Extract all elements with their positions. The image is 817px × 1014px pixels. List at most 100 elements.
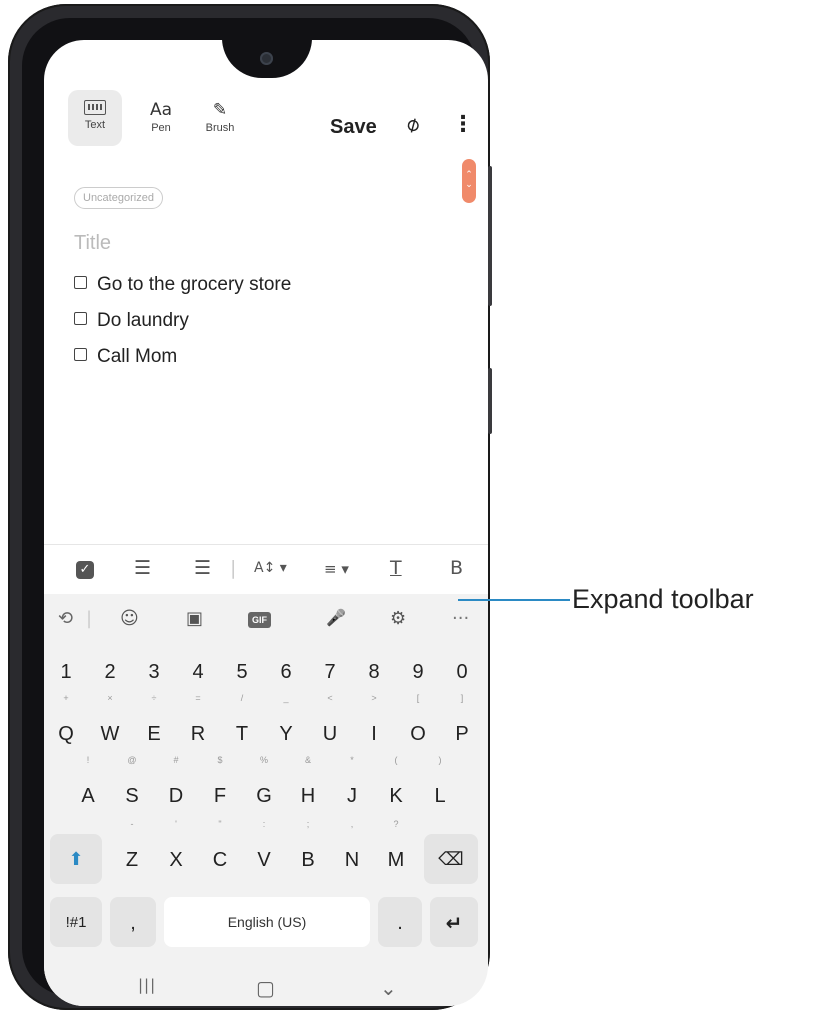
gif-icon[interactable]: GIF xyxy=(248,612,271,628)
key-char: Q xyxy=(58,723,74,745)
key-6[interactable]: 6 xyxy=(266,646,306,696)
period-key[interactable]: . xyxy=(378,897,422,947)
camera-notch xyxy=(222,40,312,78)
key-3[interactable]: 3 xyxy=(134,646,174,696)
phone-frame: Text Aa Pen ✎ Brush Save ⌀ ⋮ ⌃ ⌄ Uncatego… xyxy=(8,4,492,1010)
key-alt-char: % xyxy=(259,755,268,765)
key-4[interactable]: 4 xyxy=(178,646,218,696)
key-char: H xyxy=(300,785,316,807)
checklist-item[interactable]: Go to the grocery store xyxy=(74,274,291,296)
keyboard-icon xyxy=(84,100,106,115)
key-f[interactable]: $ F xyxy=(200,755,240,820)
key-u[interactable]: < U xyxy=(310,693,350,758)
key-r[interactable]: = R xyxy=(178,693,218,758)
checklist-item-text: Do laundry xyxy=(97,310,189,331)
translate-icon[interactable]: ⟲ xyxy=(58,608,73,629)
key-s[interactable]: @ S xyxy=(112,755,152,820)
key-e[interactable]: ÷ E xyxy=(134,693,174,758)
recents-button[interactable]: ||| xyxy=(138,976,156,994)
key-a[interactable]: ! A xyxy=(68,755,108,820)
pen-mode-label: Pen xyxy=(151,122,171,134)
checkbox[interactable] xyxy=(74,348,87,361)
key-l[interactable]: ) L xyxy=(420,755,460,820)
key-8[interactable]: 8 xyxy=(354,646,394,696)
checklist-item[interactable]: Call Mom xyxy=(74,346,177,368)
key-k[interactable]: (K xyxy=(376,755,416,820)
attachment-icon[interactable]: ⌀ xyxy=(401,110,424,137)
key-2[interactable]: 2 xyxy=(90,646,130,696)
enter-icon: ↵ xyxy=(445,911,463,935)
scroll-handle[interactable]: ⌃ ⌄ xyxy=(462,159,476,203)
key-x[interactable]: ' X xyxy=(156,819,196,884)
bullet-list-icon[interactable]: ☰ xyxy=(134,557,151,579)
key-alt-char: ? xyxy=(393,819,399,829)
title-input[interactable]: Title xyxy=(74,232,111,255)
microphone-icon[interactable]: 🎤 xyxy=(326,608,346,627)
checklist-item[interactable]: Do laundry xyxy=(74,310,189,332)
divider-line: | xyxy=(230,557,237,579)
key-9[interactable]: 9 xyxy=(398,646,438,696)
key-alt-char: , xyxy=(350,819,354,829)
expand-toolbar-icon[interactable]: ··· xyxy=(452,608,469,629)
bold-icon[interactable]: B xyxy=(450,557,463,579)
brush-mode-button[interactable]: ✎ Brush xyxy=(194,90,246,146)
text-mode-label: Text xyxy=(84,119,106,131)
text-mode-button[interactable]: Text xyxy=(68,90,122,146)
checkbox-format-icon[interactable]: ✓ xyxy=(76,561,94,579)
key-0[interactable]: 0 xyxy=(442,646,482,696)
key-b[interactable]: ; B xyxy=(288,819,328,884)
symbols-key[interactable]: !#1 xyxy=(50,897,102,947)
save-button[interactable]: Save xyxy=(330,116,377,139)
category-chip[interactable]: Uncategorized xyxy=(74,187,163,209)
key-t[interactable]: / T xyxy=(222,693,262,758)
key-d[interactable]: # D xyxy=(156,755,196,820)
side-button-power xyxy=(488,368,492,434)
backspace-key[interactable]: ⌫ xyxy=(424,834,478,884)
key-i[interactable]: > I xyxy=(354,693,394,758)
settings-icon[interactable]: ⚙ xyxy=(390,608,406,629)
key-alt-char: × xyxy=(107,693,113,703)
sticker-icon[interactable]: ▣ xyxy=(186,608,203,629)
key-alt-char: * xyxy=(350,755,354,765)
underline-icon[interactable]: T xyxy=(390,557,402,579)
key-c[interactable]: " C xyxy=(200,819,240,884)
home-button[interactable]: ▢ xyxy=(256,976,275,1000)
space-bar[interactable]: English (US) xyxy=(164,897,370,947)
key-h[interactable]: & H xyxy=(288,755,328,820)
key-5[interactable]: 5 xyxy=(222,646,262,696)
key-g[interactable]: % G xyxy=(244,755,284,820)
key-w[interactable]: × W xyxy=(90,693,130,758)
key-j[interactable]: * J xyxy=(332,755,372,820)
enter-key[interactable]: ↵ xyxy=(430,897,478,947)
key-m[interactable]: ? M xyxy=(376,819,416,884)
back-button[interactable]: ⌄ xyxy=(380,976,397,1000)
numbered-list-icon[interactable]: ☰ xyxy=(194,557,211,579)
key-char: A xyxy=(81,785,95,807)
key-z[interactable]: -Z xyxy=(112,819,152,884)
key-7[interactable]: 7 xyxy=(310,646,350,696)
key-q[interactable]: + Q xyxy=(46,693,86,758)
key-p[interactable]: ] P xyxy=(442,693,482,758)
key-char: C xyxy=(212,849,228,871)
key-alt-char: / xyxy=(240,693,244,703)
checkbox[interactable] xyxy=(74,276,87,289)
callout-line xyxy=(458,599,570,601)
key-y[interactable]: _ Y xyxy=(266,693,306,758)
comma-key[interactable]: , xyxy=(110,897,156,947)
checkbox[interactable] xyxy=(74,312,87,325)
key-alt-char: ( xyxy=(394,755,398,765)
key-1[interactable]: 1 xyxy=(46,646,86,696)
align-icon[interactable]: ≡ ▾ xyxy=(324,560,349,578)
emoji-icon[interactable]: ☺ xyxy=(120,608,139,629)
key-alt-char: ! xyxy=(86,755,90,765)
key-char: V xyxy=(257,849,271,871)
more-options-icon[interactable]: ⋮ xyxy=(452,112,474,137)
shift-key[interactable]: ⬆ xyxy=(50,834,102,884)
key-o[interactable]: [O xyxy=(398,693,438,758)
key-n[interactable]: ,N xyxy=(332,819,372,884)
pen-mode-button[interactable]: Aa Pen xyxy=(136,90,186,146)
key-char: S xyxy=(125,785,139,807)
key-char: O xyxy=(410,723,426,745)
font-size-icon[interactable]: A↕ ▾ xyxy=(254,560,287,576)
key-v[interactable]: :V xyxy=(244,819,284,884)
